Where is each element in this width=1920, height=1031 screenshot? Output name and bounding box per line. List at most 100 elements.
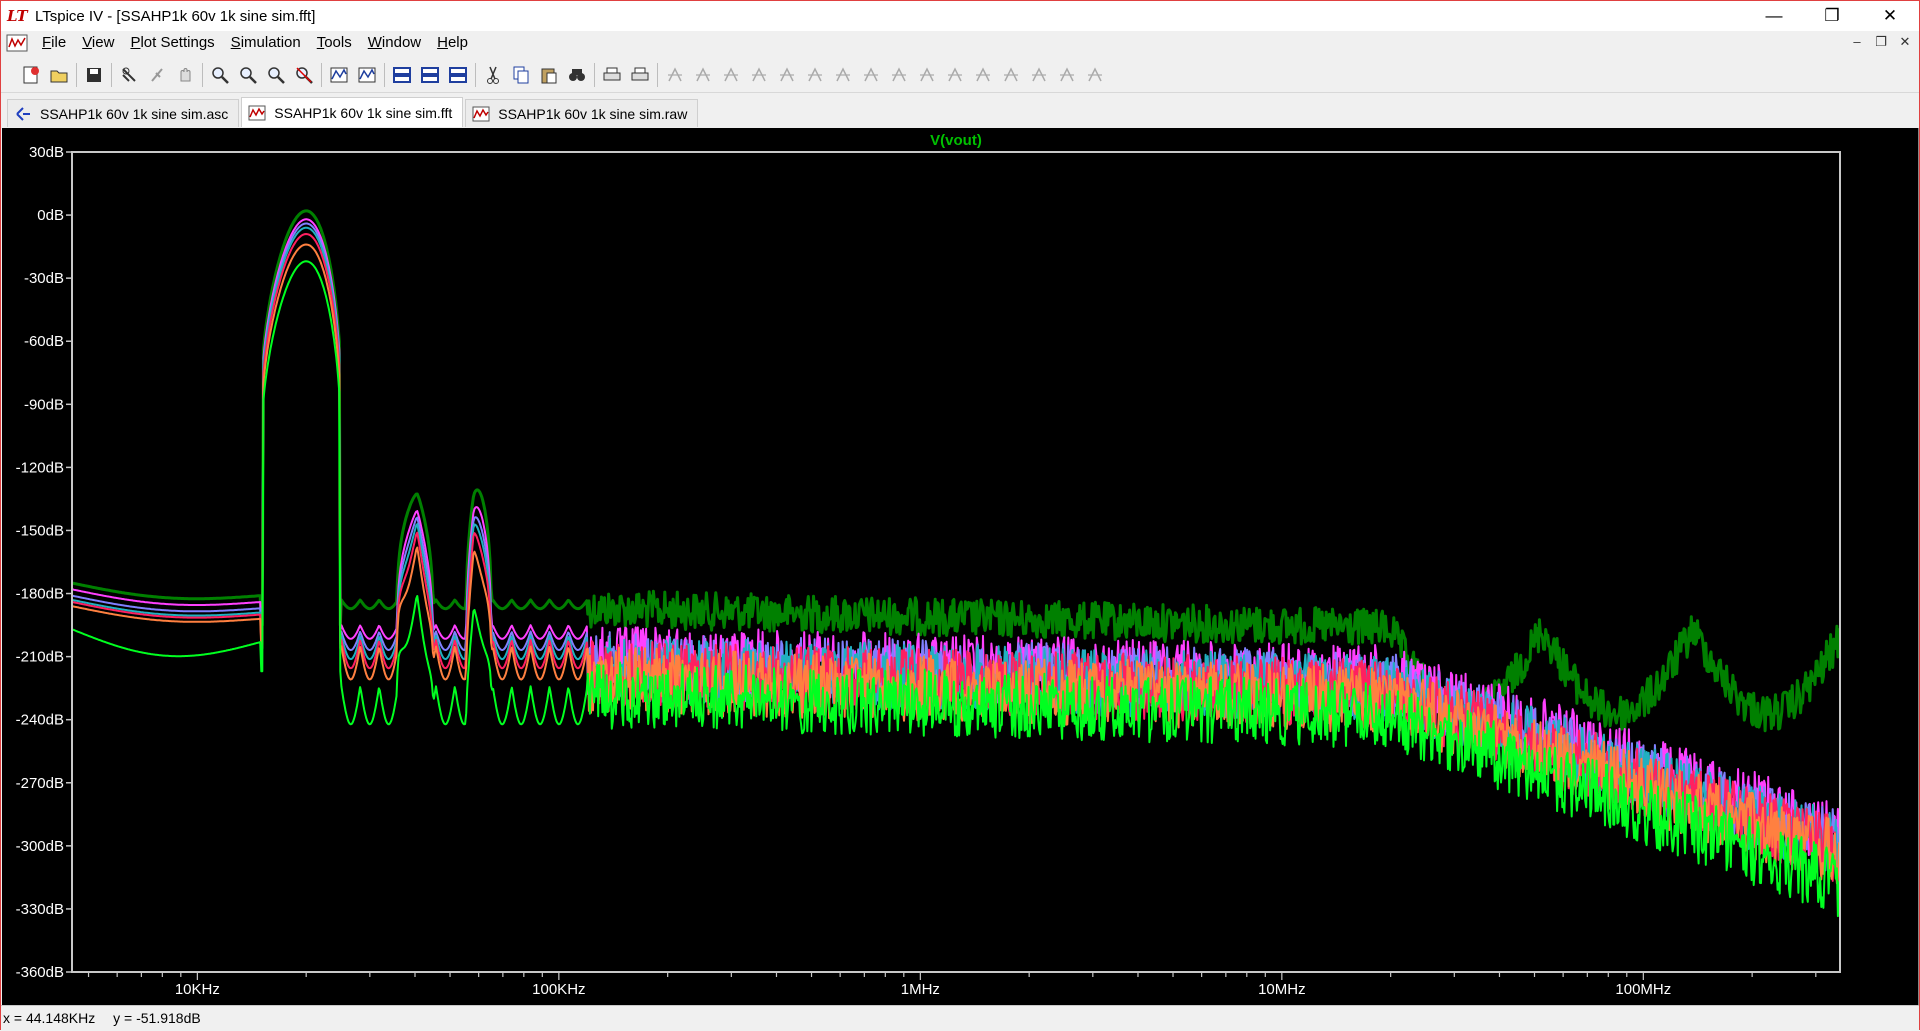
- save-button[interactable]: [80, 61, 108, 89]
- paste-button[interactable]: [535, 61, 563, 89]
- cut-icon: [487, 66, 499, 84]
- plot-pane[interactable]: V(vout) 30dB 0dB -30dB -60dB -90dB -120dB -150d…: [2, 128, 1919, 1005]
- zoom-out-button[interactable]: [234, 61, 262, 89]
- y-tick-label: -120dB: [16, 459, 64, 476]
- inductor-button[interactable]: [801, 61, 829, 89]
- copy-button[interactable]: [507, 61, 535, 89]
- undo-button[interactable]: [941, 61, 969, 89]
- mirror-button[interactable]: [1025, 61, 1053, 89]
- document-restore-button[interactable]: ❐: [1871, 33, 1891, 51]
- wire-button[interactable]: [661, 61, 689, 89]
- print-preview-icon: [603, 67, 621, 80]
- text-button[interactable]: [1053, 61, 1081, 89]
- run-button[interactable]: [143, 61, 171, 89]
- print-preview-button[interactable]: [598, 61, 626, 89]
- tile-horizontal-button[interactable]: [388, 61, 416, 89]
- tile-horizontal-icon: [393, 66, 411, 83]
- menu-plot-settings[interactable]: Plot Settings: [122, 31, 222, 55]
- toolbar-separator: [202, 62, 203, 87]
- find-button[interactable]: [563, 61, 591, 89]
- minimize-button[interactable]: —: [1745, 1, 1803, 31]
- waveform-doc-icon[interactable]: [6, 34, 28, 52]
- zoom-cancel-button[interactable]: [290, 61, 318, 89]
- run-icon: [151, 67, 163, 82]
- print-button[interactable]: [626, 61, 654, 89]
- halt-icon: [180, 67, 191, 81]
- vertical-range-button[interactable]: [353, 61, 381, 89]
- capacitor-icon: [780, 66, 794, 81]
- restore-button[interactable]: ❐: [1803, 1, 1861, 31]
- wire-icon: [668, 66, 682, 81]
- resistor-button[interactable]: [745, 61, 773, 89]
- x-tick-label: 100MHz: [1615, 981, 1671, 998]
- y-tick-label: -90dB: [24, 396, 64, 413]
- move-button[interactable]: [885, 61, 913, 89]
- trace-label[interactable]: V(vout): [930, 132, 982, 149]
- cascade-button[interactable]: [416, 61, 444, 89]
- spice-directive-button[interactable]: [1081, 61, 1109, 89]
- print-icon: [631, 67, 649, 80]
- menu-view[interactable]: View: [74, 31, 122, 55]
- tab-raw[interactable]: SSAHP1k 60v 1k sine sim.raw: [465, 99, 699, 127]
- halt-button[interactable]: [171, 61, 199, 89]
- menu-file[interactable]: File: [34, 31, 74, 55]
- y-tick-label: -210dB: [16, 649, 64, 666]
- menu-help[interactable]: Help: [429, 31, 476, 55]
- tab-label: SSAHP1k 60v 1k sine sim.asc: [40, 105, 229, 122]
- rotate-icon: [1004, 66, 1018, 81]
- label-button[interactable]: [717, 61, 745, 89]
- redo-button[interactable]: [969, 61, 997, 89]
- menu-label: ools: [324, 34, 352, 51]
- vertical-range-icon: [358, 67, 376, 82]
- diode-button[interactable]: [829, 61, 857, 89]
- fft-plot[interactable]: V(vout) 30dB 0dB -30dB -60dB -90dB -120dB -150d…: [2, 128, 1919, 1005]
- find-icon: [569, 68, 585, 81]
- cascade-icon: [421, 66, 439, 83]
- menu-tools[interactable]: Tools: [309, 31, 360, 55]
- x-tick-label: 1MHz: [901, 981, 940, 998]
- tab-fft[interactable]: SSAHP1k 60v 1k sine sim.fft: [241, 97, 464, 127]
- menu-accelerator: S: [230, 34, 241, 51]
- document-close-button[interactable]: ✕: [1895, 33, 1915, 51]
- app-window: LT LTspice IV - [SSAHP1k 60v 1k sine sim…: [0, 0, 1920, 1031]
- toolbar-separator: [384, 62, 385, 87]
- autorange-button[interactable]: [325, 61, 353, 89]
- title-bar[interactable]: LT LTspice IV - [SSAHP1k 60v 1k sine sim…: [1, 1, 1919, 31]
- capacitor-button[interactable]: [773, 61, 801, 89]
- new-schematic-icon: [23, 66, 39, 83]
- control-panel-button[interactable]: [115, 61, 143, 89]
- y-tick-label: -180dB: [16, 586, 64, 603]
- drag-button[interactable]: [913, 61, 941, 89]
- zoom-in-button[interactable]: [206, 61, 234, 89]
- text-icon: [1060, 66, 1074, 81]
- document-minimize-button[interactable]: –: [1847, 33, 1867, 51]
- tab-asc[interactable]: SSAHP1k 60v 1k sine sim.asc: [7, 99, 240, 127]
- zoom-full-icon: [268, 66, 285, 84]
- undo-icon: [948, 66, 962, 81]
- zoom-full-button[interactable]: [262, 61, 290, 89]
- y-tick-label: -270dB: [16, 775, 64, 792]
- menu-window[interactable]: Window: [360, 31, 429, 55]
- toolbar-separator: [475, 62, 476, 87]
- open-icon: [50, 70, 68, 82]
- close-button[interactable]: ✕: [1861, 1, 1919, 31]
- menu-label: imulation: [240, 34, 301, 51]
- component-button[interactable]: [857, 61, 885, 89]
- menu-simulation[interactable]: Simulation: [223, 31, 309, 55]
- ground-icon: [696, 66, 710, 81]
- cut-button[interactable]: [479, 61, 507, 89]
- rotate-button[interactable]: [997, 61, 1025, 89]
- new-schematic-button[interactable]: [17, 61, 45, 89]
- y-tick-label: -30dB: [24, 270, 64, 287]
- tab-label: SSAHP1k 60v 1k sine sim.raw: [498, 105, 688, 122]
- y-tick-label: -60dB: [24, 333, 64, 350]
- toolbar-separator: [321, 62, 322, 87]
- open-button[interactable]: [45, 61, 73, 89]
- menu-label: lot Settings: [140, 34, 215, 51]
- x-tick-label: 10MHz: [1258, 981, 1306, 998]
- menu-label: elp: [447, 34, 468, 51]
- mirror-icon: [1032, 66, 1046, 81]
- ground-button[interactable]: [689, 61, 717, 89]
- tile-vertical-button[interactable]: [444, 61, 472, 89]
- x-tick-label: 10KHz: [175, 981, 220, 998]
